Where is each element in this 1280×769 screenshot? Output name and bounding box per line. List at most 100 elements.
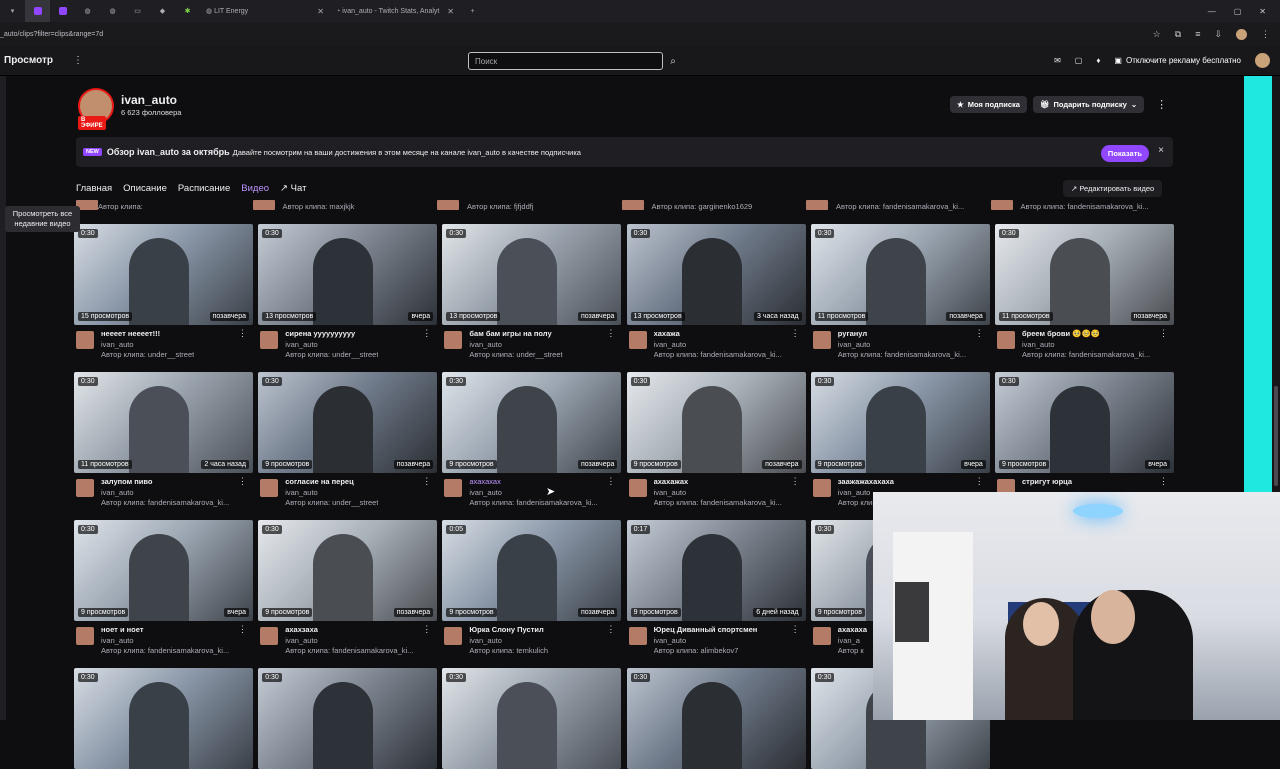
media-icon[interactable]: ≡ (1195, 29, 1200, 39)
clip-thumbnail[interactable]: 0:17 9 просмотров 6 дней назад (626, 520, 806, 621)
clip-creator[interactable]: Автор клипа: under__street (285, 498, 378, 507)
clip-channel[interactable]: ivan_a (838, 636, 860, 645)
tab-about[interactable]: Описание (123, 183, 167, 194)
clip-title[interactable]: бреем брови 🥺🥺🥺 (1022, 329, 1100, 338)
channel-avatar-small[interactable] (260, 331, 279, 349)
clip-avatar[interactable] (621, 200, 644, 210)
clip-creator[interactable]: Автор клипа: fandenisamakarova_ki... (838, 350, 966, 359)
clip-title[interactable]: ахахаха (838, 625, 867, 634)
clip-more-icon[interactable]: ⋮ (238, 476, 247, 487)
clip-author[interactable]: Автор клипа: maxjkjk (283, 202, 355, 211)
clip-author[interactable]: Автор клипа: fjfjddfj (467, 202, 534, 211)
clip-channel[interactable]: ivan_auto (654, 488, 687, 497)
clip-thumbnail[interactable]: 0:30 15 просмотров позавчера (74, 224, 253, 325)
profile-avatar[interactable] (1236, 28, 1247, 40)
clip-more-icon[interactable]: ⋮ (606, 624, 615, 635)
clip-channel[interactable]: ivan_auto (101, 340, 134, 349)
close-window-icon[interactable]: ✕ (1259, 7, 1266, 16)
channel-avatar-small[interactable] (628, 479, 647, 497)
clip-thumbnail[interactable]: 0:30 13 просмотров вчера (258, 224, 438, 325)
extensions-icon[interactable]: ⧉ (1175, 29, 1181, 40)
tab-home[interactable]: Главная (76, 183, 112, 194)
url-text[interactable]: _auto/clips?filter=clips&range=7d (0, 31, 103, 38)
clip-title[interactable]: ноет и ноет (101, 625, 144, 634)
channel-avatar-small[interactable] (76, 479, 94, 497)
clip-thumbnail[interactable]: 0:30 9 просмотров позавчера (442, 372, 622, 473)
clip-thumbnail[interactable]: 0:05 9 просмотров позавчера (442, 520, 622, 621)
clip-title[interactable]: руганул (838, 329, 867, 338)
browser-tab-lit-energy[interactable]: ◍ LIT Energy ✕ (200, 0, 330, 22)
scrollbar-thumb[interactable] (1274, 386, 1278, 486)
browser-tab[interactable]: ✱ (175, 0, 200, 22)
clip-author[interactable]: Автор клипа: fandenisamakarova_ki... (1021, 202, 1149, 211)
channel-avatar-small[interactable] (628, 331, 647, 349)
clip-channel[interactable]: ivan_auto (654, 340, 687, 349)
channel-avatar-small[interactable] (444, 479, 463, 497)
edit-videos-button[interactable]: ↗ Редактировать видео (1063, 180, 1163, 197)
clip-title[interactable]: согласие на перец (285, 477, 354, 486)
browser-tab[interactable]: ◆ (150, 0, 175, 22)
channel-avatar-small[interactable] (812, 331, 831, 349)
clip-more-icon[interactable]: ⋮ (791, 476, 800, 487)
tab-chat[interactable]: ↗ Чат (280, 183, 306, 194)
channel-avatar-small[interactable] (260, 627, 279, 645)
clip-more-icon[interactable]: ⋮ (422, 328, 431, 339)
clip-author[interactable]: Автор клипа: fandenisamakarova_ki... (836, 202, 964, 211)
clip-thumbnail[interactable]: 0:30 9 просмотров вчера (995, 372, 1174, 473)
browser-menu-dots-icon[interactable]: ⋮ (1261, 29, 1270, 40)
clip-thumbnail[interactable]: 0:30 11 просмотров 2 часа назад (74, 372, 253, 473)
clip-thumbnail[interactable]: 0:30 (74, 668, 253, 769)
channel-more-icon[interactable]: ⋮ (1156, 98, 1167, 111)
clip-title[interactable]: залупом пиво (101, 477, 153, 486)
search-icon[interactable]: ⌕ (664, 52, 682, 70)
tab-videos[interactable]: Видео (241, 183, 269, 194)
clip-channel[interactable]: ivan_auto (838, 340, 871, 349)
clip-title[interactable]: ахахзаха (285, 625, 318, 634)
clip-thumbnail[interactable]: 0:30 9 просмотров вчера (810, 372, 990, 473)
tab-schedule[interactable]: Расписание (178, 183, 230, 194)
my-subscription-button[interactable]: ★ Моя подписка (950, 96, 1027, 113)
clip-creator[interactable]: Автор клипа: under__street (469, 350, 562, 359)
clip-avatar[interactable] (252, 200, 275, 210)
clip-thumbnail[interactable]: 0:30 11 просмотров позавчера (810, 224, 990, 325)
clip-more-icon[interactable]: ⋮ (238, 328, 247, 339)
clip-more-icon[interactable]: ⋮ (422, 624, 431, 635)
clip-creator[interactable]: Автор клипа: alimbekov7 (654, 646, 739, 655)
clip-creator[interactable]: Автор клипа: fandenisamakarova_ki... (285, 646, 413, 655)
clip-avatar[interactable] (806, 200, 828, 210)
clip-thumbnail[interactable]: 0:30 9 просмотров позавчера (626, 372, 806, 473)
clip-avatar[interactable] (990, 200, 1013, 210)
clip-creator[interactable]: Автор клипа: fandenisamakarova_ki... (101, 646, 229, 655)
crown-icon[interactable]: ♦ (1096, 56, 1100, 65)
clip-thumbnail[interactable]: 0:30 (442, 668, 622, 769)
channel-avatar-small[interactable] (76, 627, 94, 645)
more-menu-icon[interactable]: ⋮ (73, 55, 83, 66)
browser-tab[interactable]: ◍ (100, 0, 125, 22)
minimize-icon[interactable]: — (1208, 7, 1216, 16)
show-recap-button[interactable]: Показать (1100, 145, 1149, 162)
clip-creator[interactable]: Автор к (838, 646, 864, 655)
clip-title[interactable]: бам бам игры на полу (469, 329, 551, 338)
clip-avatar[interactable] (437, 200, 459, 210)
clip-channel[interactable]: ivan_auto (469, 488, 502, 497)
clip-creator[interactable]: Автор клипа: fandenisamakarova_ki... (1022, 350, 1150, 359)
bookmark-star-icon[interactable]: ☆ (1153, 29, 1161, 40)
close-icon[interactable]: × (1158, 145, 1164, 156)
clip-title[interactable]: ахахажах (654, 477, 689, 486)
channel-name[interactable]: ivan_auto (121, 93, 177, 107)
clip-channel[interactable]: ivan_auto (285, 488, 318, 497)
browse-link[interactable]: Просмотр (4, 55, 53, 66)
clip-creator[interactable]: Автор клипа: fandenisamakarova_ki... (469, 498, 597, 507)
clip-thumbnail[interactable]: 0:30 11 просмотров позавчера (995, 224, 1174, 325)
clip-more-icon[interactable]: ⋮ (791, 624, 800, 635)
clip-more-icon[interactable]: ⋮ (1159, 476, 1168, 487)
gift-sub-button[interactable]: 🎁︎ Подарить подписку ⌄ (1032, 96, 1145, 113)
clip-channel[interactable]: ivan_auto (469, 636, 502, 645)
clip-more-icon[interactable]: ⋮ (606, 328, 615, 339)
clip-title[interactable]: стригут юрца (1022, 477, 1072, 486)
clip-author[interactable]: Автор клипа: garginenko1629 (652, 202, 753, 211)
downloads-icon[interactable]: ⇩ (1214, 29, 1222, 40)
clip-creator[interactable]: Автор клипа: fandenisamakarova_ki... (654, 498, 782, 507)
clip-title[interactable]: хахажа (654, 329, 680, 338)
clip-title[interactable]: Юрка Слону Пустил (469, 625, 543, 634)
